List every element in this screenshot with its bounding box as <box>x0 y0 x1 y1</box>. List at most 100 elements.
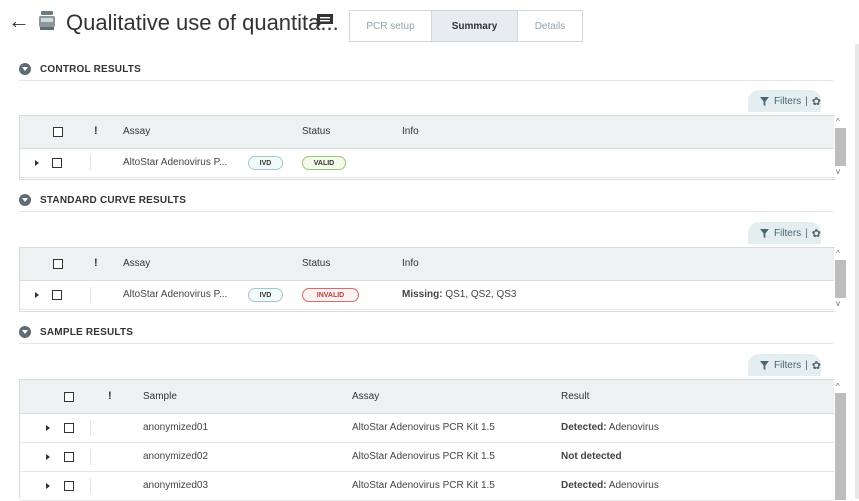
scroll-down-icon[interactable]: v <box>836 168 840 176</box>
filters-separator: | <box>805 95 808 107</box>
filters-button[interactable]: Filters | ✿ <box>748 354 821 376</box>
info-value: QS1, QS2, QS3 <box>442 289 517 300</box>
collapse-icon[interactable] <box>19 326 31 338</box>
expand-row-icon[interactable] <box>35 292 39 298</box>
scroll-down-icon[interactable]: v <box>836 300 840 308</box>
result-cell: Not detected <box>561 451 622 462</box>
collapse-icon[interactable] <box>19 63 31 75</box>
scroll-up-icon[interactable]: ^ <box>836 383 840 391</box>
control-results-table: ! Assay Status Info AltoStar Adenovirus … <box>19 115 846 180</box>
table-row[interactable]: AltoStar Adenovirus P... IVD INVALID Mis… <box>20 281 834 310</box>
divider <box>90 155 91 171</box>
assay-cell: AltoStar Adenovirus PCR Kit 1.5 <box>352 451 495 462</box>
result-label: Detected: <box>561 422 607 433</box>
funnel-icon <box>760 96 769 106</box>
divider <box>90 287 91 303</box>
result-cell: Detected: Adenovirus <box>561 422 659 433</box>
status-badge: VALID <box>302 156 346 170</box>
filters-label: Filters <box>773 227 802 239</box>
sample-column-header[interactable]: Sample <box>143 391 177 402</box>
page-scrollbar[interactable] <box>855 44 859 499</box>
result-value: Adenovirus <box>606 480 659 491</box>
table-scrollbar[interactable]: ^ v <box>834 116 846 179</box>
scroll-thumb[interactable] <box>835 128 846 166</box>
control-results-header[interactable]: CONTROL RESULTS <box>19 58 833 81</box>
assay-column-header[interactable]: Assay <box>123 258 150 269</box>
select-all-checkbox[interactable] <box>53 127 63 137</box>
divider <box>90 449 91 465</box>
collapse-icon[interactable] <box>19 194 31 206</box>
row-checkbox[interactable] <box>64 481 74 491</box>
assay-cell: AltoStar Adenovirus PCR Kit 1.5 <box>352 480 495 491</box>
select-all-checkbox[interactable] <box>64 392 74 402</box>
status-column-header[interactable]: Status <box>302 126 330 137</box>
row-checkbox[interactable] <box>64 452 74 462</box>
sample-cell: anonymized02 <box>143 451 209 462</box>
table-scrollbar[interactable]: ^ v <box>834 248 846 311</box>
filters-label: Filters <box>773 95 802 107</box>
filters-separator: | <box>805 227 808 239</box>
result-label: Not detected <box>561 451 622 462</box>
filters-label: Filters <box>773 359 802 371</box>
comment-icon[interactable] <box>317 14 333 28</box>
table-row[interactable]: AltoStar Adenovirus P... IVD VALID <box>20 149 834 178</box>
info-column-header[interactable]: Info <box>402 258 419 269</box>
funnel-icon <box>760 360 769 370</box>
flag-column-header: ! <box>108 390 112 402</box>
assay-column-header[interactable]: Assay <box>352 391 379 402</box>
scroll-up-icon[interactable]: ^ <box>836 118 840 126</box>
sample-results-header[interactable]: SAMPLE RESULTS <box>19 321 833 344</box>
status-column-header[interactable]: Status <box>302 258 330 269</box>
standard-curve-results-header[interactable]: STANDARD CURVE RESULTS <box>19 189 833 212</box>
section-title: STANDARD CURVE RESULTS <box>40 194 187 206</box>
section-title: SAMPLE RESULTS <box>40 326 134 338</box>
gear-icon[interactable]: ✿ <box>812 227 821 240</box>
filters-button[interactable]: Filters | ✿ <box>748 90 821 112</box>
ivd-badge: IVD <box>248 156 283 170</box>
row-checkbox[interactable] <box>64 423 74 433</box>
top-bar: ← Qualitative use of quantita... PCR set… <box>0 0 859 44</box>
result-value: Adenovirus <box>606 422 659 433</box>
table-row[interactable]: anonymized03 AltoStar Adenovirus PCR Kit… <box>20 472 834 501</box>
gear-icon[interactable]: ✿ <box>812 359 821 372</box>
table-row[interactable]: anonymized01 AltoStar Adenovirus PCR Kit… <box>20 414 834 443</box>
scroll-thumb[interactable] <box>835 260 846 298</box>
section-title: CONTROL RESULTS <box>40 63 141 75</box>
expand-row-icon[interactable] <box>46 425 50 431</box>
row-checkbox[interactable] <box>52 290 62 300</box>
table-scrollbar[interactable]: ^ <box>834 380 846 500</box>
expand-row-icon[interactable] <box>35 160 39 166</box>
tab-pcr-setup[interactable]: PCR setup <box>349 10 431 42</box>
sample-cell: anonymized01 <box>143 422 209 433</box>
expand-row-icon[interactable] <box>46 454 50 460</box>
divider <box>90 420 91 436</box>
info-column-header[interactable]: Info <box>402 126 419 137</box>
result-column-header[interactable]: Result <box>561 391 589 402</box>
tab-bar: PCR setup Summary Details <box>349 10 583 42</box>
filters-button[interactable]: Filters | ✿ <box>748 222 821 244</box>
table-row[interactable]: anonymized02 AltoStar Adenovirus PCR Kit… <box>20 443 834 472</box>
scroll-up-icon[interactable]: ^ <box>836 250 840 258</box>
select-all-checkbox[interactable] <box>53 259 63 269</box>
tab-details[interactable]: Details <box>517 10 583 42</box>
result-label: Detected: <box>561 480 607 491</box>
info-cell: Missing: QS1, QS2, QS3 <box>402 289 516 300</box>
status-badge: INVALID <box>302 288 359 302</box>
flag-column-header: ! <box>94 125 98 137</box>
ivd-badge: IVD <box>248 288 283 302</box>
back-arrow-icon[interactable]: ← <box>8 8 30 34</box>
table-header: ! Sample Assay Result <box>20 380 834 414</box>
scroll-thumb[interactable] <box>835 393 846 500</box>
assay-column-header[interactable]: Assay <box>123 126 150 137</box>
gear-icon[interactable]: ✿ <box>812 95 821 108</box>
row-checkbox[interactable] <box>52 158 62 168</box>
tab-summary[interactable]: Summary <box>431 10 517 42</box>
sample-cell: anonymized03 <box>143 480 209 491</box>
result-cell: Detected: Adenovirus <box>561 480 659 491</box>
assay-cell: AltoStar Adenovirus PCR Kit 1.5 <box>352 422 495 433</box>
flag-column-header: ! <box>94 257 98 269</box>
expand-row-icon[interactable] <box>46 483 50 489</box>
divider <box>90 478 91 494</box>
table-header: ! Assay Status Info <box>20 248 834 281</box>
page-title: Qualitative use of quantita... <box>66 10 339 35</box>
